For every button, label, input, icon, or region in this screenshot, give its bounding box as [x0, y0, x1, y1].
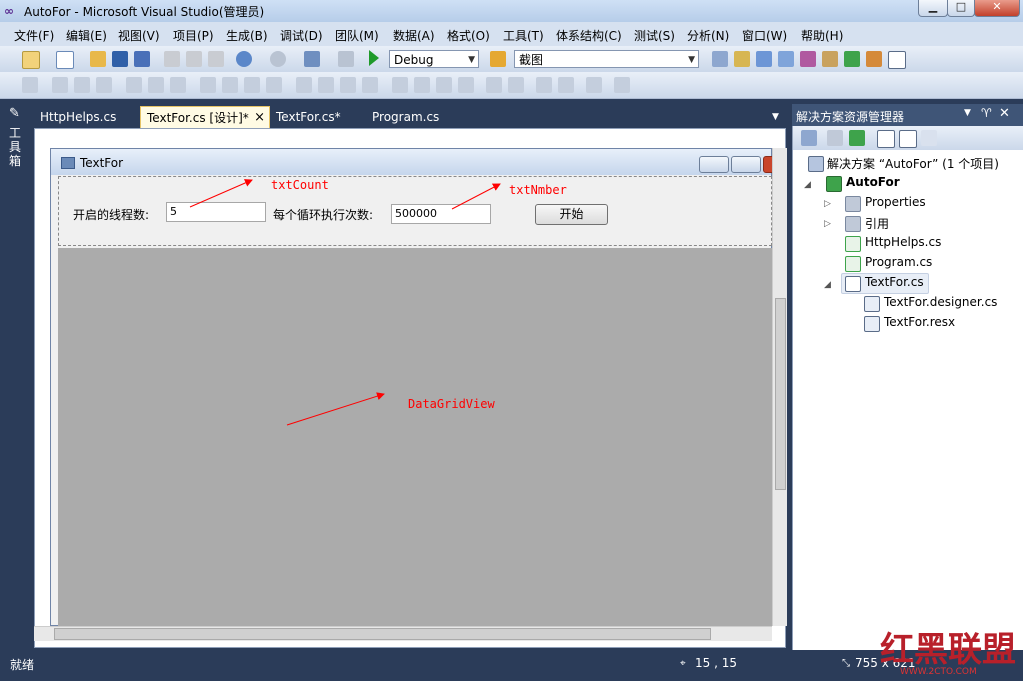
tree-references[interactable]: 引用	[865, 215, 889, 232]
view-designer-icon[interactable]	[899, 130, 917, 148]
panel-dropdown-icon[interactable]: ▼	[964, 108, 971, 118]
position-icon: ⌖	[680, 658, 686, 669]
status-position: 15 , 15	[695, 656, 737, 670]
tree-textfor-resx[interactable]: TextFor.resx	[884, 315, 955, 329]
solution-explorer-title-bar: 解决方案资源管理器 ▼ ♈ ✕	[792, 104, 1023, 126]
pin-icon[interactable]: ♈	[981, 106, 992, 120]
tree-solution[interactable]: 解决方案 “AutoFor” (1 个项目)	[827, 155, 999, 172]
vertical-scrollbar[interactable]	[772, 148, 787, 626]
vertical-scroll-thumb[interactable]	[775, 298, 786, 490]
solution-icon	[808, 156, 824, 172]
resx-file-icon	[864, 316, 880, 332]
properties-folder-icon	[845, 196, 861, 212]
tree-textfor-designer[interactable]: TextFor.designer.cs	[884, 295, 997, 309]
horizontal-scroll-thumb[interactable]	[54, 628, 711, 640]
horizontal-scrollbar[interactable]	[34, 626, 772, 641]
annotation-arrow-grid	[286, 392, 385, 426]
show-all-files-icon[interactable]	[827, 130, 843, 146]
csharp-file-icon	[845, 236, 861, 252]
csharp-file-icon	[845, 256, 861, 272]
size-icon: ⤡	[842, 658, 850, 669]
tree-properties[interactable]: Properties	[865, 195, 926, 209]
form-file-icon	[845, 276, 861, 292]
tree-program[interactable]: Program.cs	[865, 255, 932, 269]
refresh-icon[interactable]	[849, 130, 865, 146]
view-code-icon[interactable]	[877, 130, 895, 148]
panel-close-icon[interactable]: ✕	[999, 106, 1010, 121]
expand-icon[interactable]: ▷	[824, 199, 831, 209]
class-diagram-icon[interactable]	[921, 130, 937, 146]
solution-explorer-toolbar	[793, 126, 1023, 150]
expand-icon[interactable]: ▷	[824, 219, 831, 229]
watermark-url: WWW.2CTO.COM	[900, 667, 977, 677]
tree-textfor[interactable]: TextFor.cs	[865, 275, 924, 289]
tree-project[interactable]: AutoFor	[846, 175, 900, 189]
annotation-arrow-txtcount	[189, 179, 253, 208]
watermark-logo: 红黑联盟	[880, 630, 1016, 670]
csharp-project-icon	[826, 176, 842, 192]
annotation-txtcount: txtCount	[271, 178, 329, 192]
designer-file-icon	[864, 296, 880, 312]
solution-explorer-title: 解决方案资源管理器	[796, 110, 905, 124]
annotation-arrow-txtnmber	[451, 183, 501, 210]
references-folder-icon	[845, 216, 861, 232]
collapse-icon[interactable]: ◢	[824, 280, 831, 290]
collapse-icon[interactable]: ◢	[804, 180, 811, 190]
properties-window-icon[interactable]	[801, 130, 817, 146]
status-bar: 就绪 ⌖ 15 , 15 ⤡ 755 x 621 红黑联盟 WWW.2CTO.C…	[0, 630, 1023, 681]
annotation-txtnmber: txtNmber	[509, 183, 567, 197]
annotation-grid: DataGridView	[408, 397, 495, 411]
tree-httphelps[interactable]: HttpHelps.cs	[865, 235, 941, 249]
status-text: 就绪	[10, 658, 35, 672]
